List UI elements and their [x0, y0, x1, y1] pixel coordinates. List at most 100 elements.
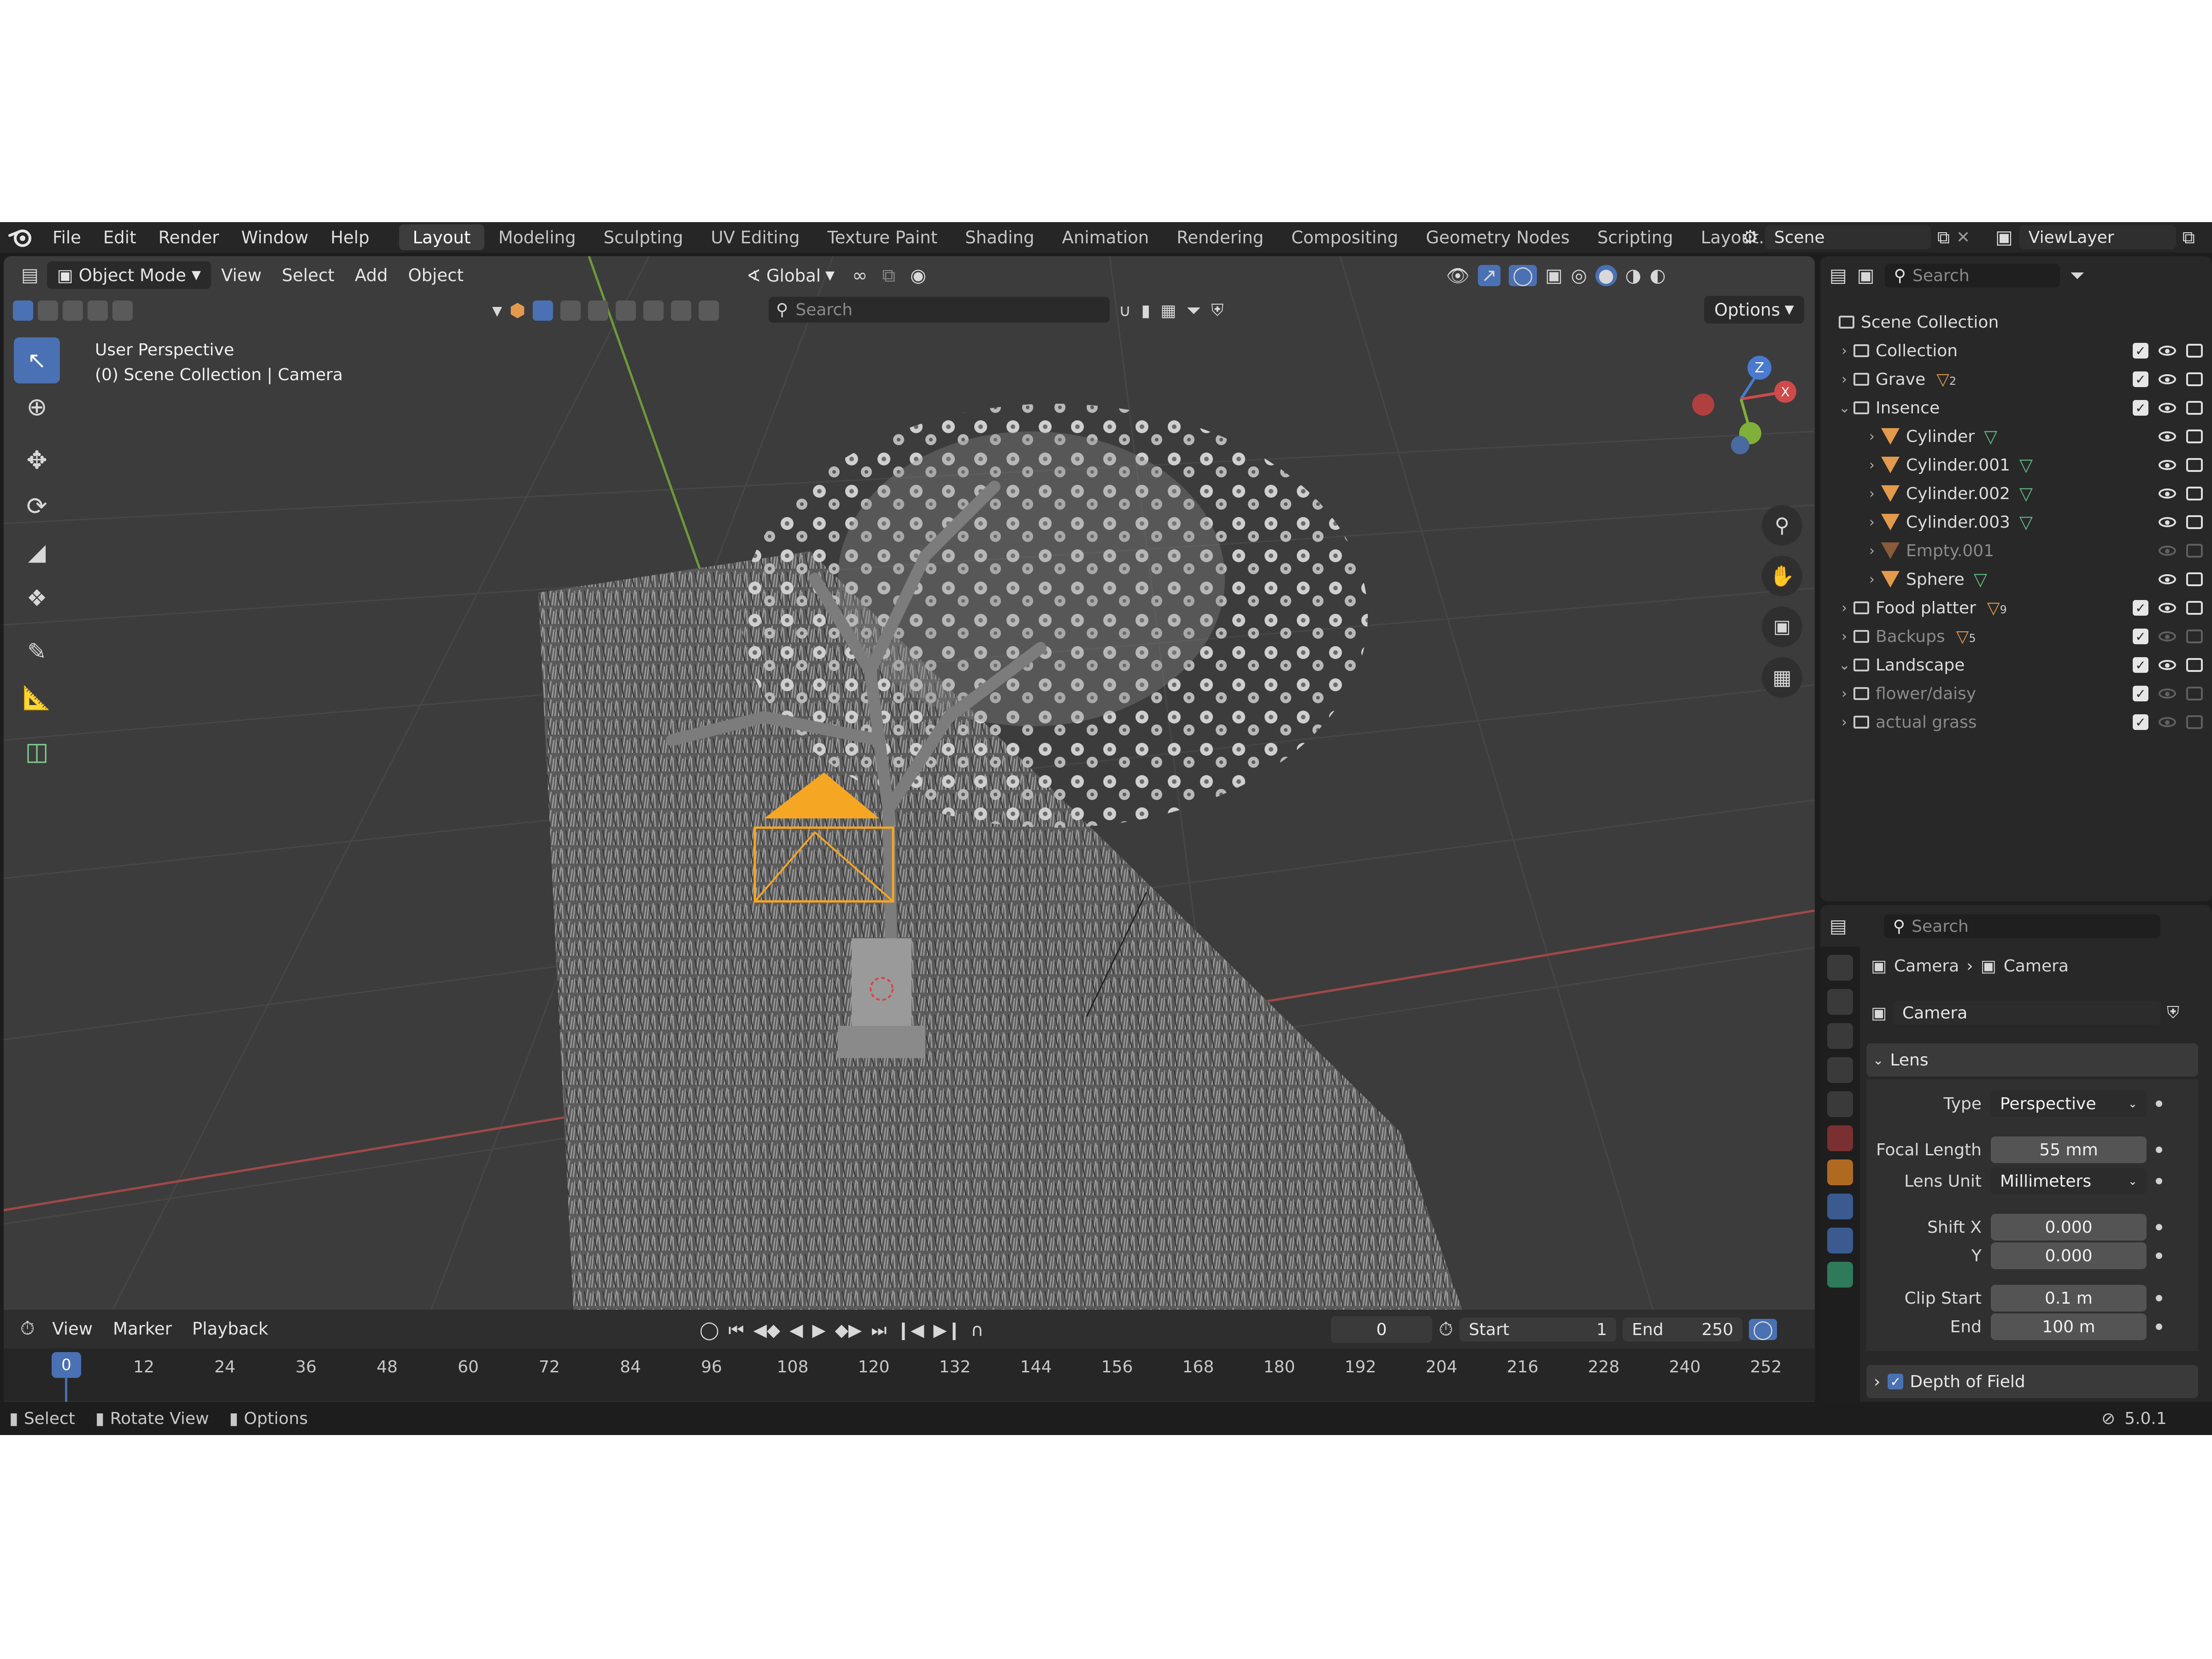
select-invert-icon[interactable]: [88, 300, 108, 321]
chevron-right-icon[interactable]: ›: [1866, 429, 1877, 445]
eye-icon[interactable]: [2159, 603, 2176, 613]
outliner-root[interactable]: Scene Collection: [1820, 308, 2212, 336]
render-camera-icon[interactable]: [2186, 658, 2203, 672]
viewport-search[interactable]: ⚲ Search: [769, 297, 1110, 323]
render-camera-icon[interactable]: [2186, 429, 2203, 443]
lens-unit-select[interactable]: Millimeters ⌄: [1991, 1168, 2147, 1194]
shift-x-field[interactable]: 0.000: [1991, 1214, 2147, 1241]
solid-shading-icon[interactable]: ●: [1595, 265, 1617, 286]
start-frame-field[interactable]: Start 1: [1459, 1318, 1617, 1341]
view-layer-icon[interactable]: ▣: [1995, 227, 2013, 248]
render-camera-icon[interactable]: [2186, 715, 2203, 729]
keyframe-dot[interactable]: [2156, 1147, 2162, 1153]
timeline-menu-marker[interactable]: Marker: [103, 1315, 182, 1342]
exclude-checkbox[interactable]: ✓: [2133, 657, 2148, 673]
workspace-tab[interactable]: Rendering: [1163, 224, 1277, 250]
render-camera-icon[interactable]: [2186, 572, 2203, 586]
tool-tab-icon[interactable]: [1827, 955, 1853, 981]
keyframe-dot[interactable]: [2156, 1100, 2162, 1107]
eye-icon[interactable]: [2159, 403, 2176, 413]
measure-tool[interactable]: 📐: [14, 675, 60, 721]
eye-icon[interactable]: [2159, 717, 2176, 727]
mode-selector[interactable]: ▣ Object Mode ▼: [47, 261, 211, 289]
play-icon[interactable]: ▶: [812, 1320, 825, 1340]
mesh-data-icon[interactable]: ▽: [1974, 569, 1987, 589]
blender-logo-icon[interactable]: [0, 222, 41, 253]
filter-world-icon[interactable]: [616, 300, 636, 321]
auto-keying-icon[interactable]: ◯: [700, 1320, 719, 1340]
exclude-checkbox[interactable]: ✓: [2133, 714, 2148, 730]
current-frame-field[interactable]: 0: [1331, 1316, 1432, 1343]
exclude-checkbox[interactable]: ✓: [2133, 343, 2148, 359]
output-tab-icon[interactable]: [1827, 1023, 1853, 1049]
timeline-menu-view[interactable]: View: [42, 1315, 103, 1342]
exclude-checkbox[interactable]: ✓: [2133, 686, 2148, 701]
prev-frame-icon[interactable]: ❙◀: [896, 1320, 924, 1340]
viewport-menu-select[interactable]: Select: [272, 261, 345, 289]
workspace-tab[interactable]: Animation: [1048, 224, 1163, 250]
select-intersect-icon[interactable]: [112, 300, 133, 321]
chevron-right-icon[interactable]: ›: [1839, 714, 1850, 730]
mesh-data-icon[interactable]: ▽: [2019, 455, 2033, 475]
keyframe-dot[interactable]: [2156, 1324, 2162, 1330]
visibility-icon[interactable]: 👁: [1446, 265, 1470, 287]
exclude-checkbox[interactable]: ✓: [2133, 400, 2148, 416]
workspace-tab[interactable]: Modeling: [484, 224, 589, 250]
menu-render[interactable]: Render: [147, 222, 230, 253]
editor-type-icon[interactable]: ⏱: [13, 1318, 42, 1339]
menu-help[interactable]: Help: [319, 222, 380, 253]
playhead[interactable]: 0: [52, 1352, 81, 1378]
proportional-edit-icon[interactable]: ◉: [903, 265, 934, 286]
render-camera-icon[interactable]: [2186, 687, 2203, 700]
chevron-right-icon[interactable]: ›: [1839, 629, 1850, 645]
scale-tool[interactable]: ◢: [14, 529, 60, 575]
render-camera-icon[interactable]: [2186, 458, 2203, 472]
eye-icon[interactable]: [2159, 488, 2176, 499]
object-tab-icon[interactable]: [1827, 1159, 1853, 1185]
render-camera-icon[interactable]: [2186, 544, 2203, 558]
select-box-tool[interactable]: ↖: [14, 337, 60, 383]
filter-light-icon[interactable]: [643, 300, 664, 321]
filter-icon[interactable]: ⏷: [1186, 300, 1201, 321]
outliner-row[interactable]: ⌄ Insence ✓: [1820, 394, 2212, 422]
chevron-down-icon[interactable]: ▼: [492, 303, 502, 318]
viewport-menu-add[interactable]: Add: [345, 261, 398, 289]
new-scene-icon[interactable]: ⧉: [1937, 227, 1950, 248]
menu-file[interactable]: File: [41, 222, 92, 253]
filter-mesh-icon[interactable]: [560, 300, 581, 321]
filter-other-icon[interactable]: [699, 300, 719, 321]
new-view-layer-icon[interactable]: ⧉: [2183, 227, 2195, 248]
pan-button[interactable]: ✋: [1762, 556, 1802, 596]
workspace-tab[interactable]: Layout: [399, 224, 485, 250]
select-extend-icon[interactable]: [38, 300, 58, 321]
jump-start-icon[interactable]: ⏮: [729, 1320, 744, 1341]
eye-icon[interactable]: [2159, 631, 2176, 641]
mesh-data-icon[interactable]: ▽: [2019, 512, 2033, 532]
outliner-row[interactable]: › Backups ▽5 ✓: [1820, 622, 2212, 651]
viewport-menu-object[interactable]: Object: [398, 261, 474, 289]
transform-orientation[interactable]: ∢ Global ▼: [736, 262, 845, 289]
editor-type-icon[interactable]: ▤: [1830, 916, 1847, 937]
focal-length-field[interactable]: 55 mm: [1991, 1136, 2147, 1163]
move-tool[interactable]: ✥: [14, 437, 60, 483]
snap-icon[interactable]: ⧉: [875, 265, 903, 286]
rendered-shading-icon[interactable]: ◐: [1650, 265, 1666, 286]
eye-icon[interactable]: [2159, 688, 2176, 699]
render-camera-icon[interactable]: [2186, 344, 2203, 358]
workspace-tab[interactable]: Scripting: [1583, 224, 1687, 250]
render-camera-icon[interactable]: [2186, 487, 2203, 500]
filter-camera-icon[interactable]: [671, 300, 692, 321]
render-camera-icon[interactable]: [2186, 629, 2203, 643]
outliner-row[interactable]: › flower/daisy ✓: [1820, 679, 2212, 708]
outliner-row[interactable]: › Cylinder.003 ▽: [1820, 508, 2212, 536]
jump-end-icon[interactable]: ⏭: [871, 1320, 887, 1341]
chevron-right-icon[interactable]: ›: [1866, 543, 1877, 559]
mesh-data-icon[interactable]: ▽: [1984, 426, 1997, 447]
workspace-tab[interactable]: Texture Paint: [813, 224, 951, 250]
outliner-row[interactable]: › Food platter ▽9 ✓: [1820, 594, 2212, 622]
rotate-tool[interactable]: ⟳: [14, 483, 60, 529]
constraint-tab-icon[interactable]: [1827, 1228, 1853, 1253]
fake-user-shield-icon[interactable]: ⛨: [2167, 1003, 2179, 1023]
editor-type-icon[interactable]: ▤: [1830, 265, 1847, 286]
chevron-right-icon[interactable]: ›: [1866, 457, 1877, 473]
